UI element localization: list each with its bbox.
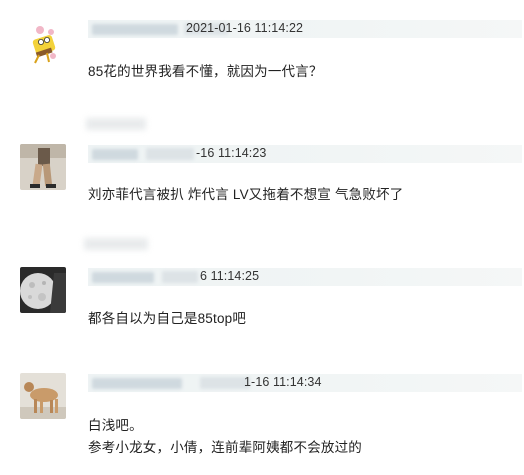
- cartoon-sponge-icon: [20, 20, 66, 66]
- username-blurred[interactable]: [92, 378, 182, 389]
- comment-header: 6 11:14:25: [88, 268, 522, 286]
- blurred-artifact: [84, 238, 148, 250]
- comment-timestamp: 6 11:14:25: [200, 269, 260, 283]
- comment-text-line-2: 参考小龙女，小倩，连前辈阿姨都不会放过的: [88, 440, 362, 455]
- username-blurred[interactable]: [92, 272, 154, 283]
- username-blurred[interactable]: [92, 24, 178, 35]
- avatar[interactable]: [20, 373, 66, 419]
- person-legs-icon: [20, 144, 66, 190]
- comment-header: -16 11:14:23: [88, 145, 522, 163]
- dog-icon: [20, 373, 66, 419]
- avatar[interactable]: [20, 20, 66, 66]
- comment-header: 1-16 11:14:34: [88, 374, 522, 392]
- date-blurred: [200, 377, 250, 389]
- comment-header: 2021-01-16 11:14:22: [88, 20, 522, 38]
- date-blurred: [162, 271, 198, 283]
- moon-icon: [20, 267, 66, 313]
- comment-timestamp: 1-16 11:14:34: [244, 375, 322, 389]
- comment-timestamp: 2021-01-16 11:14:22: [186, 21, 304, 35]
- comment-timestamp: -16 11:14:23: [196, 146, 267, 160]
- avatar[interactable]: [20, 144, 66, 190]
- comment-text: 都各自以为自己是85top吧: [88, 311, 247, 326]
- comment-text: 白浅吧。: [88, 418, 143, 433]
- comment-text: 刘亦菲代言被扒 炸代言 LV又拖着不想宣 气急败坏了: [88, 187, 404, 202]
- blurred-artifact: [86, 118, 146, 130]
- username-blurred[interactable]: [92, 149, 138, 160]
- comment-text: 85花的世界我看不懂，就因为一代言？: [88, 64, 323, 79]
- avatar[interactable]: [20, 267, 66, 313]
- date-blurred: [146, 148, 194, 160]
